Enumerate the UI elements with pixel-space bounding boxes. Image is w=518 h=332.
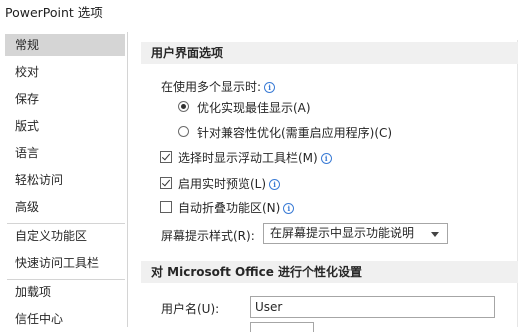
collapse-ribbon-label[interactable]: 自动折叠功能区(N)	[178, 201, 280, 215]
initials-input[interactable]	[250, 322, 314, 332]
info-icon[interactable]: i	[269, 179, 281, 190]
info-icon[interactable]: i	[320, 153, 332, 164]
nav-item-layout[interactable]: 版式	[5, 115, 125, 137]
options-nav: 常规 校对 保存 版式 语言 轻松访问 高级 自定义功能区 快速访问工具栏 加载…	[3, 32, 128, 327]
window-title: PowerPoint 选项	[5, 5, 103, 20]
nav-item-accessibility[interactable]: 轻松访问	[5, 169, 125, 191]
info-icon[interactable]: i	[283, 203, 295, 214]
nav-item-general[interactable]: 常规	[5, 34, 125, 56]
nav-divider	[7, 223, 125, 224]
nav-item-proofing[interactable]: 校对	[5, 61, 125, 83]
radio-optimize-label[interactable]: 优化实现最佳显示(A)	[197, 99, 311, 116]
nav-item-quick-access-toolbar[interactable]: 快速访问工具栏	[5, 252, 125, 274]
info-icon[interactable]: i	[264, 82, 276, 93]
username-label: 用户名(U):	[161, 302, 220, 316]
multi-display-label: 在使用多个显示时:	[161, 80, 262, 94]
collapse-ribbon-row: 自动折叠功能区(N) i	[178, 199, 295, 216]
section-header-ui-options: 用户界面选项	[141, 42, 518, 64]
radio-compatibility[interactable]	[178, 126, 189, 137]
multi-display-row: 在使用多个显示时: i	[161, 78, 276, 95]
username-input[interactable]: User	[250, 296, 495, 318]
nav-item-language[interactable]: 语言	[5, 142, 125, 164]
screentip-style-value: 在屏幕提示中显示功能说明	[270, 226, 415, 240]
screentip-style-label: 屏幕提示样式(R):	[161, 229, 255, 243]
nav-divider	[7, 279, 125, 280]
checkbox-live-preview[interactable]	[160, 177, 172, 189]
nav-item-customize-ribbon[interactable]: 自定义功能区	[5, 225, 125, 247]
nav-item-save[interactable]: 保存	[5, 88, 125, 110]
radio-optimize-display[interactable]	[178, 101, 189, 112]
mini-toolbar-label[interactable]: 选择时显示浮动工具栏(M)	[178, 151, 318, 165]
live-preview-row: 启用实时预览(L) i	[178, 175, 281, 192]
checkbox-mini-toolbar[interactable]	[160, 151, 172, 163]
checkbox-collapse-ribbon[interactable]	[160, 201, 172, 213]
chevron-down-icon	[431, 232, 439, 237]
radio-compatibility-label[interactable]: 针对兼容性优化(需重启应用程序)(C)	[197, 124, 392, 141]
section-header-personalize: 对 Microsoft Office 进行个性化设置	[141, 261, 518, 283]
nav-item-advanced[interactable]: 高级	[5, 196, 125, 218]
mini-toolbar-row: 选择时显示浮动工具栏(M) i	[178, 149, 332, 166]
live-preview-label[interactable]: 启用实时预览(L)	[178, 177, 266, 191]
screentip-style-select[interactable]: 在屏幕提示中显示功能说明	[263, 223, 448, 244]
nav-item-addins[interactable]: 加载项	[5, 281, 125, 303]
